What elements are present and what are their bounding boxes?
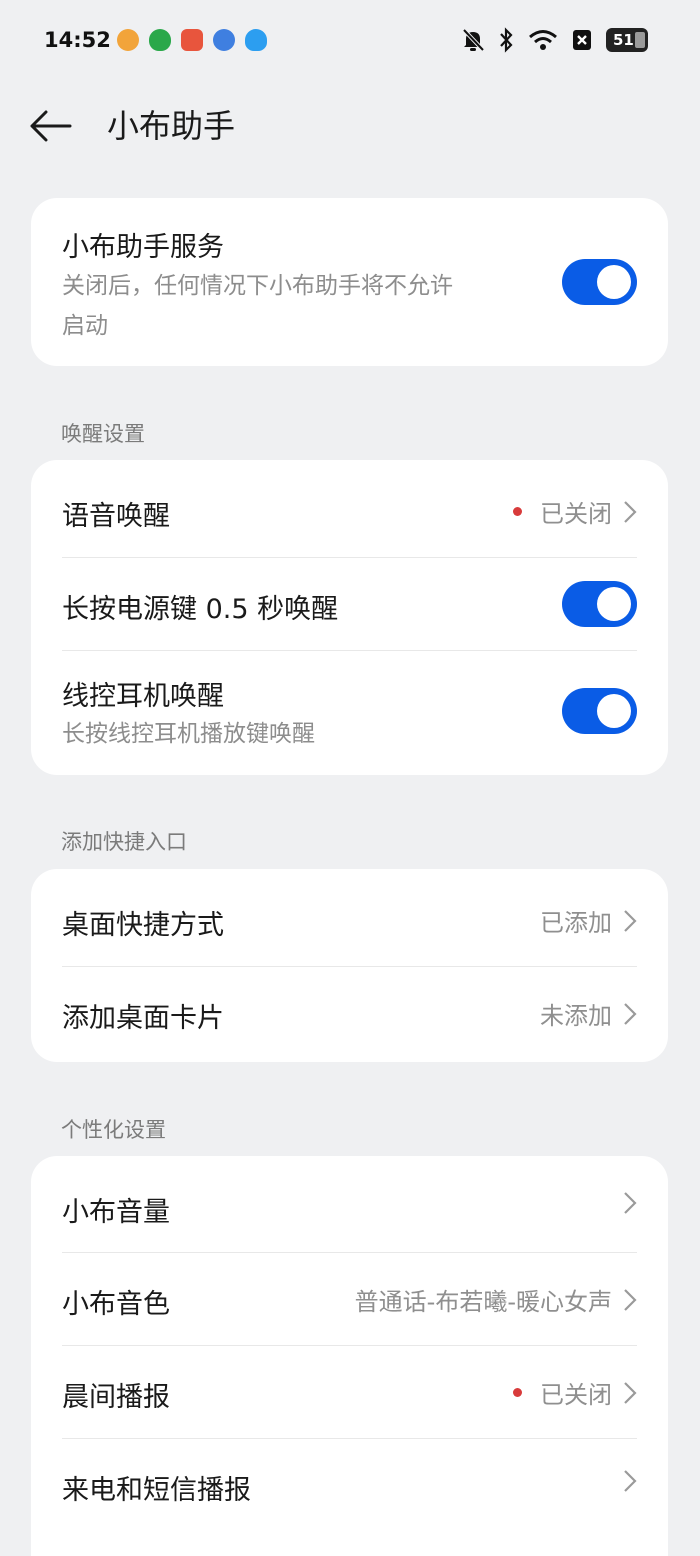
wake-card: 语音唤醒 已关闭 长按电源键 0.5 秒唤醒 线控耳机唤醒 长按线控耳机播放键唤… xyxy=(31,460,668,775)
personal-card: 小布音量 小布音色 普通话-布若曦-暖心女声 晨间播报 已关闭 来电和短信播报 xyxy=(31,1156,668,1556)
voice-tone-value-wrap: 普通话-布若曦-暖心女声 xyxy=(355,1282,638,1317)
back-button[interactable] xyxy=(28,104,78,148)
desktop-card-title: 添加桌面卡片 xyxy=(62,1003,224,1034)
desktop-shortcut-row[interactable]: 桌面快捷方式 已添加 xyxy=(31,869,668,966)
system-icons: 51 xyxy=(462,27,648,53)
red-dot-indicator xyxy=(513,507,522,516)
chevron-right-icon xyxy=(624,1381,637,1404)
chevron-right-icon xyxy=(624,500,637,523)
morning-value: 已关闭 xyxy=(513,1375,638,1410)
voice-wake-status: 已关闭 xyxy=(540,500,612,528)
shortcut-card: 桌面快捷方式 已添加 添加桌面卡片 未添加 xyxy=(31,869,668,1062)
desktop-shortcut-title: 桌面快捷方式 xyxy=(62,910,224,941)
toggle-knob xyxy=(597,265,631,299)
back-arrow-icon xyxy=(30,110,72,142)
section-label-personal: 个性化设置 xyxy=(61,1118,166,1142)
headset-wake-subtitle: 长按线控耳机播放键唤醒 xyxy=(62,721,315,747)
headset-wake-toggle[interactable] xyxy=(562,688,637,734)
bluetooth-icon xyxy=(500,27,513,53)
service-subtitle-line1: 关闭后，任何情况下小布助手将不允许 xyxy=(62,273,453,299)
volume-value xyxy=(622,1190,638,1216)
x-box-icon xyxy=(573,30,591,50)
weibo-icon xyxy=(117,29,139,51)
section-label-shortcut: 添加快捷入口 xyxy=(61,830,187,854)
call-sms-title: 来电和短信播报 xyxy=(62,1475,251,1506)
chevron-right-icon xyxy=(624,1288,637,1311)
desktop-card-status: 未添加 xyxy=(540,1002,612,1030)
page-title: 小布助手 xyxy=(107,107,236,145)
status-bar: 14:52 51 xyxy=(0,0,700,84)
toggle-knob xyxy=(597,587,631,621)
mute-bell-icon xyxy=(462,28,484,52)
blue-app-icon xyxy=(213,29,235,51)
power-key-row[interactable]: 长按电源键 0.5 秒唤醒 xyxy=(31,557,668,650)
morning-row[interactable]: 晨间播报 已关闭 xyxy=(31,1345,668,1438)
power-key-toggle[interactable] xyxy=(562,581,637,627)
section-label-wake: 唤醒设置 xyxy=(61,422,145,446)
voice-wake-title: 语音唤醒 xyxy=(62,501,170,532)
morning-status: 已关闭 xyxy=(540,1381,612,1409)
call-sms-value xyxy=(622,1468,638,1494)
chevron-right-icon xyxy=(624,1470,637,1492)
chevron-right-icon xyxy=(624,1002,637,1025)
voice-tone-title: 小布音色 xyxy=(62,1289,170,1320)
desktop-shortcut-status: 已添加 xyxy=(540,909,612,937)
game-app-icon xyxy=(181,29,203,51)
voice-wake-value: 已关闭 xyxy=(513,494,638,529)
shield-app-icon xyxy=(149,29,171,51)
notification-icons xyxy=(117,29,267,51)
toggle-knob xyxy=(597,694,631,728)
desktop-card-value: 未添加 xyxy=(540,996,638,1031)
service-row[interactable]: 小布助手服务 关闭后，任何情况下小布助手将不允许 启动 xyxy=(31,198,668,366)
wifi-icon xyxy=(529,30,557,50)
volume-title: 小布音量 xyxy=(62,1197,170,1228)
service-card: 小布助手服务 关闭后，任何情况下小布助手将不允许 启动 xyxy=(31,198,668,366)
service-toggle[interactable] xyxy=(562,259,637,305)
status-time: 14:52 xyxy=(44,28,111,52)
voice-tone-value: 普通话-布若曦-暖心女声 xyxy=(354,1288,612,1316)
chevron-right-icon xyxy=(624,1192,637,1214)
voice-wake-row[interactable]: 语音唤醒 已关闭 xyxy=(31,460,668,557)
morning-title: 晨间播报 xyxy=(62,1382,170,1413)
red-dot-indicator xyxy=(513,1388,522,1397)
service-subtitle-line2: 启动 xyxy=(62,313,108,339)
header: 小布助手 xyxy=(0,90,700,162)
call-sms-row[interactable]: 来电和短信播报 xyxy=(31,1438,668,1556)
qq-icon xyxy=(245,29,267,51)
service-title: 小布助手服务 xyxy=(62,232,224,263)
desktop-card-row[interactable]: 添加桌面卡片 未添加 xyxy=(31,966,668,1062)
voice-tone-row[interactable]: 小布音色 普通话-布若曦-暖心女声 xyxy=(31,1252,668,1345)
headset-wake-title: 线控耳机唤醒 xyxy=(62,681,224,712)
headset-wake-row[interactable]: 线控耳机唤醒 长按线控耳机播放键唤醒 xyxy=(31,650,668,775)
power-key-title: 长按电源键 0.5 秒唤醒 xyxy=(62,594,339,625)
desktop-shortcut-value: 已添加 xyxy=(540,903,638,938)
chevron-right-icon xyxy=(624,909,637,932)
volume-row[interactable]: 小布音量 xyxy=(31,1156,668,1252)
battery-icon: 51 xyxy=(606,28,648,52)
